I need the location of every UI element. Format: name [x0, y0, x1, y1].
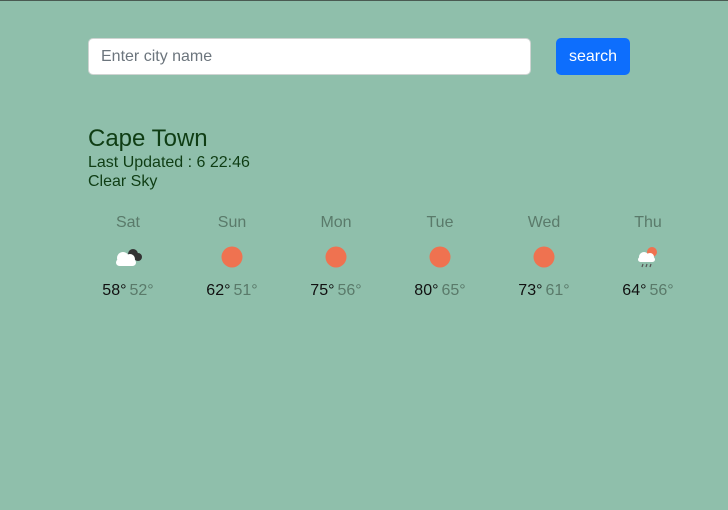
high-temp: 75° [310, 282, 335, 299]
forecast-day: Thu 64° 56° [596, 213, 700, 301]
low-temp: 65° [441, 282, 466, 299]
city-name: Cape Town [88, 125, 208, 152]
forecast-day: Tue 80° 65° [388, 213, 492, 301]
day-name: Thu [634, 214, 662, 231]
high-temp: 58° [102, 282, 127, 299]
forecast-day: Mon 75° 56° [284, 213, 388, 301]
low-temp: 52° [129, 282, 154, 299]
forecast-row: Sat 58° 52° Sun 62° 51° Mon 75° 56° Tue … [76, 213, 700, 301]
day-name: Tue [426, 214, 454, 231]
sun-icon [429, 246, 451, 268]
forecast-day: Wed 73° 61° [492, 213, 596, 301]
high-temp: 62° [206, 282, 231, 299]
search-button[interactable]: search [556, 38, 630, 75]
forecast-day: Sat 58° 52° [76, 213, 180, 301]
city-search-input[interactable] [88, 38, 531, 75]
forecast-day: Sun 62° 51° [180, 213, 284, 301]
last-updated: Last Updated : 6 22:46 [88, 154, 250, 171]
sun-icon [325, 246, 347, 268]
low-temp: 56° [649, 282, 674, 299]
day-name: Sun [217, 214, 247, 231]
rain-icon [638, 247, 657, 268]
search-bar: search [88, 38, 630, 75]
low-temp: 56° [337, 282, 362, 299]
high-temp: 64° [622, 282, 647, 299]
low-temp: 51° [233, 282, 258, 299]
low-temp: 61° [545, 282, 570, 299]
high-temp: 80° [414, 282, 439, 299]
current-weather: Cape Town Last Updated : 6 22:46 Clear S… [88, 125, 250, 191]
cloudy-icon [116, 249, 142, 266]
sun-icon [221, 246, 243, 268]
day-name: Wed [527, 214, 561, 231]
weather-condition: Clear Sky [88, 173, 158, 190]
day-name: Mon [320, 214, 352, 231]
high-temp: 73° [518, 282, 543, 299]
sun-icon [533, 246, 555, 268]
day-name: Sat [115, 214, 140, 231]
